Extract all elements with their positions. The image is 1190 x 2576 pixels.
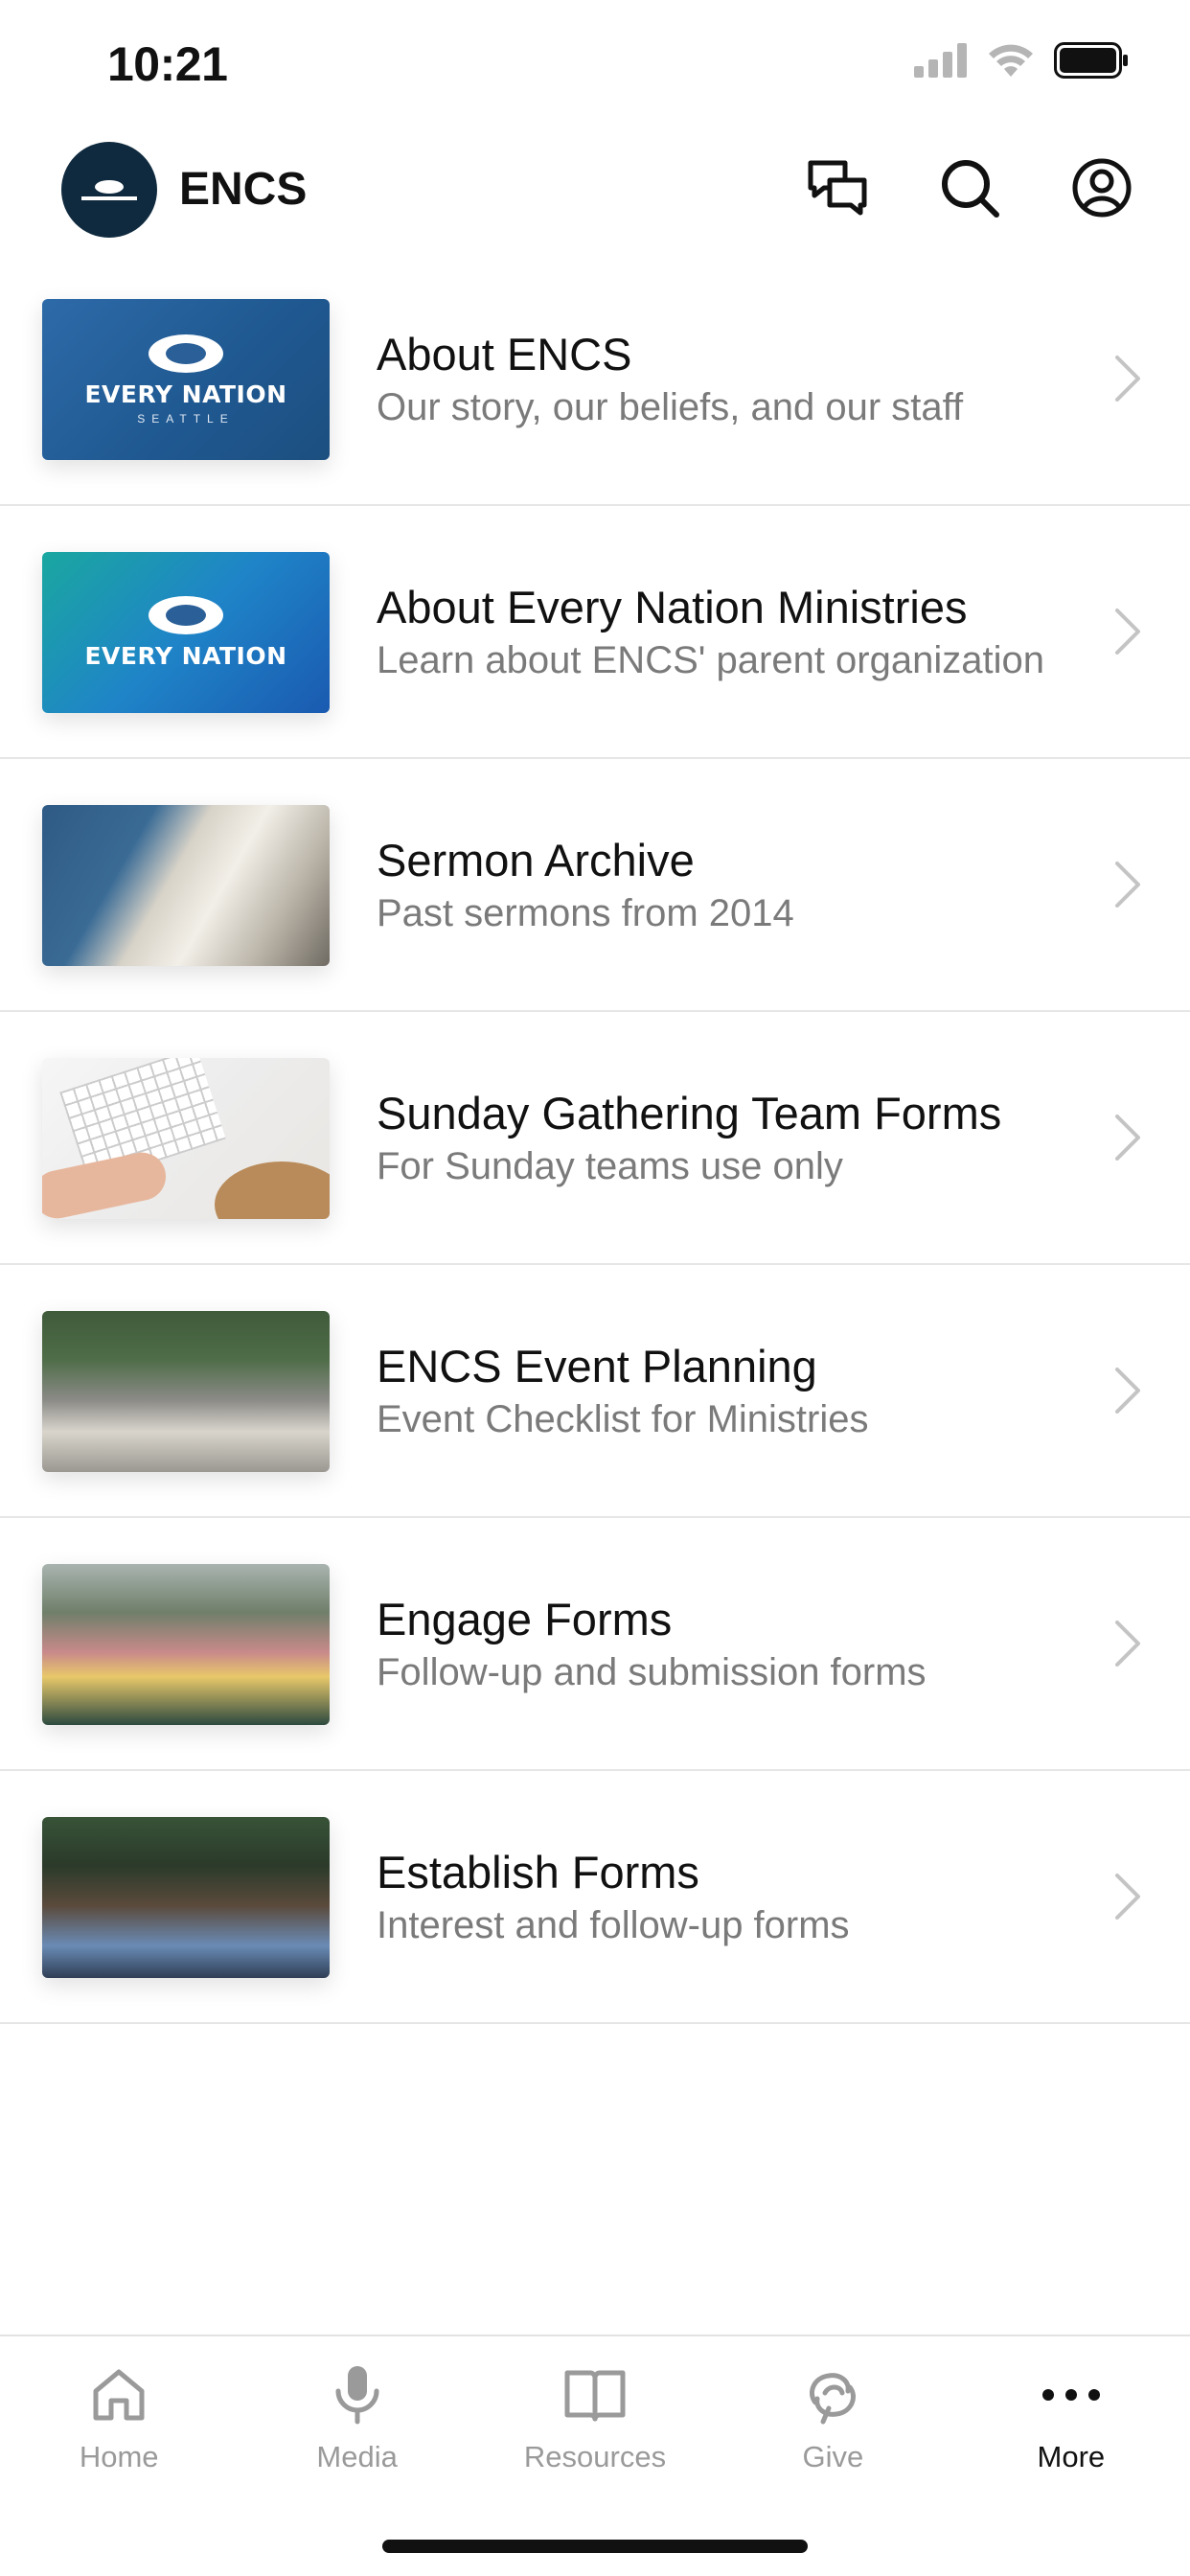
item-subtitle: For Sunday teams use only	[377, 1145, 843, 1187]
hat-graphic	[215, 1162, 330, 1219]
sunday-forms-thumbnail	[42, 1058, 330, 1219]
chevron-right-icon	[1115, 862, 1140, 908]
tab-bar: Home Media Resources Give More	[0, 2334, 1190, 2576]
status-icons	[914, 42, 1129, 79]
app-header: ENCS	[0, 136, 1190, 243]
menu-item-sermon-archive[interactable]: Sermon Archive Past sermons from 2014	[0, 759, 1190, 1012]
establish-forms-thumbnail	[42, 1817, 330, 1978]
item-subtitle: Interest and follow-up forms	[377, 1904, 850, 1946]
logo-wordmark	[81, 196, 137, 200]
home-indicator[interactable]	[382, 2540, 808, 2553]
item-title: Establish Forms	[377, 1847, 699, 1898]
tab-icon-wrap	[799, 2361, 866, 2428]
account-icon	[1072, 158, 1132, 218]
item-text: Engage Forms Follow-up and submission fo…	[377, 1518, 1065, 1769]
hand-graphic	[42, 1147, 171, 1219]
chevron-right-icon	[1115, 609, 1140, 655]
cellular-signal-icon	[914, 43, 967, 78]
tab-list: Home Media Resources Give More	[0, 2336, 1190, 2490]
app-title: ENCS	[179, 164, 308, 215]
search-button[interactable]	[937, 155, 1002, 220]
item-subtitle: Past sermons from 2014	[377, 892, 794, 934]
give-icon	[810, 2373, 857, 2425]
item-title: Engage Forms	[377, 1594, 673, 1644]
tab-label: Give	[802, 2440, 864, 2473]
tab-give[interactable]: Give	[714, 2336, 951, 2490]
sermon-archive-thumbnail	[42, 805, 330, 966]
search-icon	[942, 160, 999, 218]
menu-item-sunday-gathering-forms[interactable]: Sunday Gathering Team Forms For Sunday t…	[0, 1012, 1190, 1265]
tab-icon-wrap	[1038, 2361, 1105, 2428]
item-text: About Every Nation Ministries Learn abou…	[377, 506, 1065, 757]
about-encs-thumbnail: EVERY NATION SEATTLE	[42, 299, 330, 460]
chevron-right-icon	[1115, 1874, 1140, 1920]
menu-item-engage-forms[interactable]: Engage Forms Follow-up and submission fo…	[0, 1518, 1190, 1771]
tab-resources[interactable]: Resources	[476, 2336, 714, 2490]
globe-logo-icon	[149, 334, 223, 373]
tab-more[interactable]: More	[952, 2336, 1190, 2490]
item-subtitle: Our story, our beliefs, and our staff	[377, 386, 964, 428]
item-subtitle: Event Checklist for Ministries	[377, 1398, 869, 1440]
chevron-right-icon	[1115, 1115, 1140, 1161]
tab-icon-wrap	[561, 2361, 629, 2428]
tab-label: More	[1037, 2440, 1106, 2473]
item-text: About ENCS Our story, our beliefs, and o…	[377, 253, 1065, 504]
brand-logo[interactable]	[61, 142, 157, 238]
tab-icon-wrap	[85, 2361, 152, 2428]
more-icon	[1041, 2389, 1100, 2401]
globe-logo-icon	[95, 179, 124, 194]
item-text: Establish Forms Interest and follow-up f…	[377, 1771, 1065, 2022]
item-title: ENCS Event Planning	[377, 1341, 817, 1392]
status-time: 10:21	[107, 37, 228, 91]
event-planning-thumbnail	[42, 1311, 330, 1472]
item-title: Sermon Archive	[377, 835, 695, 886]
tab-icon-wrap	[324, 2361, 391, 2428]
item-text: Sunday Gathering Team Forms For Sunday t…	[377, 1012, 1065, 1263]
tab-media[interactable]: Media	[238, 2336, 475, 2490]
tab-label: Resources	[523, 2440, 667, 2473]
home-icon	[93, 2369, 145, 2421]
chevron-right-icon	[1115, 1368, 1140, 1414]
item-text: Sermon Archive Past sermons from 2014	[377, 759, 1065, 1010]
chat-icon	[808, 160, 867, 216]
menu-item-about-every-nation[interactable]: EVERY NATION About Every Nation Ministri…	[0, 506, 1190, 759]
menu-item-establish-forms[interactable]: Establish Forms Interest and follow-up f…	[0, 1771, 1190, 2024]
wifi-icon	[989, 44, 1033, 77]
chat-button[interactable]	[805, 155, 870, 220]
tab-label: Media	[316, 2440, 398, 2473]
header-actions	[805, 155, 1134, 220]
item-title: Sunday Gathering Team Forms	[377, 1088, 1002, 1138]
item-title: About ENCS	[377, 329, 632, 380]
profile-button[interactable]	[1069, 155, 1134, 220]
tab-home[interactable]: Home	[0, 2336, 238, 2490]
menu-item-event-planning[interactable]: ENCS Event Planning Event Checklist for …	[0, 1265, 1190, 1518]
globe-logo-icon	[149, 595, 223, 634]
logo-wordmark: EVERY NATION	[84, 380, 287, 408]
item-text: ENCS Event Planning Event Checklist for …	[377, 1265, 1065, 1516]
item-subtitle: Learn about ENCS' parent organization	[377, 639, 1044, 681]
chevron-right-icon	[1115, 356, 1140, 402]
logo-wordmark: EVERY NATION	[84, 641, 287, 670]
book-icon	[564, 2370, 626, 2422]
chevron-right-icon	[1115, 1621, 1140, 1667]
engage-forms-thumbnail	[42, 1564, 330, 1725]
logo-subtext: SEATTLE	[137, 411, 235, 426]
item-subtitle: Follow-up and submission forms	[377, 1651, 927, 1693]
battery-icon	[1054, 42, 1128, 79]
status-bar: 10:21	[0, 0, 1190, 126]
tab-label: Home	[79, 2440, 159, 2473]
menu-item-about-encs[interactable]: EVERY NATION SEATTLE About ENCS Our stor…	[0, 253, 1190, 506]
every-nation-thumbnail: EVERY NATION	[42, 552, 330, 713]
microphone-icon	[335, 2366, 379, 2425]
item-title: About Every Nation Ministries	[377, 582, 968, 632]
menu-list: EVERY NATION SEATTLE About ENCS Our stor…	[0, 253, 1190, 2024]
